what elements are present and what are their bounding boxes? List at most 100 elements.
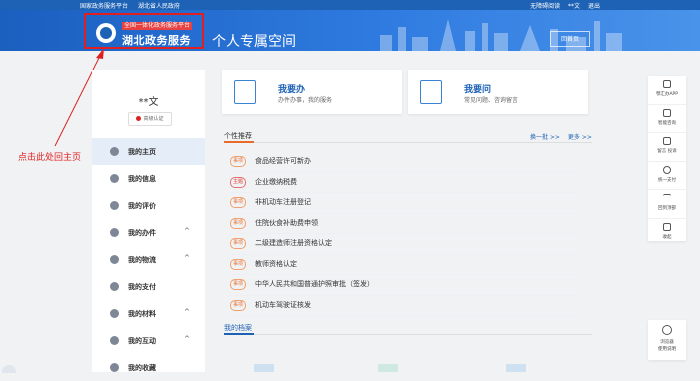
sidebar-item-label: 我的物流 <box>128 256 156 264</box>
card-title: 我要办 <box>278 85 306 95</box>
item-tag-badge: 事项 <box>230 279 247 290</box>
recommend-section-title: 个性推荐 <box>224 132 252 140</box>
item-tag-badge: 事项 <box>230 238 247 249</box>
item-text[interactable]: 非机动车注册登记 <box>255 197 311 207</box>
cert-badge: 高级认证 <box>128 112 172 126</box>
sidebar: **文 高级认证 我的主页 我的信息 我的评价 我的办件 ^ 我的物流 ^ 我的… <box>92 70 205 372</box>
card-handle-service[interactable]: 我要办 办件办事，我的服务 <box>222 70 402 114</box>
chevron-up-icon[interactable]: ^ <box>184 335 190 343</box>
right-toolbar: 鄂汇办APP 智能咨询 留言 投诉 统一支付 回到顶部 收起 <box>648 76 686 241</box>
sidebar-item-favorites[interactable]: 我的收藏 <box>92 354 205 381</box>
more-link[interactable]: 更多 >> <box>568 134 592 141</box>
chevron-up-icon[interactable]: ^ <box>184 308 190 316</box>
star-icon <box>110 363 119 372</box>
service-icon <box>234 80 256 104</box>
rail-label: 浏览器 使用说明 <box>648 339 686 353</box>
recommend-links: 换一批 >> 更多 >> <box>524 132 592 141</box>
browser-label-line1: 浏览器 <box>660 340 674 345</box>
list-item[interactable]: 事项 二级建造师注册资格认定 <box>230 234 580 255</box>
main-content: 我要办 办件办事，我的服务 我要问 常见问题、咨询留言 个性推荐 换一批 >> … <box>214 70 598 372</box>
archive-thumb[interactable] <box>254 364 274 372</box>
sidebar-item-payment[interactable]: 我的支付 <box>92 273 205 300</box>
interaction-icon <box>110 336 119 345</box>
card-subtitle: 办件办事，我的服务 <box>278 97 333 104</box>
section-accent-bar <box>224 333 254 335</box>
sidebar-item-label: 我的信息 <box>128 175 156 183</box>
rail-item-collapse[interactable]: 收起 <box>648 219 686 247</box>
list-item[interactable]: 主题 企业缴纳税费 <box>230 173 580 193</box>
item-tag-badge: 事项 <box>230 217 247 229</box>
phone-icon <box>663 80 671 88</box>
rail-label: 统一支付 <box>658 177 676 183</box>
robot-icon <box>663 108 671 117</box>
item-text[interactable]: 机动车驾驶证核发 <box>255 300 311 310</box>
sidebar-item-label: 我的互动 <box>128 337 156 345</box>
rating-icon <box>110 201 119 210</box>
list-item[interactable]: 事项 食品经营许可新办 <box>230 152 580 173</box>
item-tag-badge: 事项 <box>230 156 247 167</box>
rail-item-back-to-top[interactable]: 回到顶部 <box>648 190 686 219</box>
list-item[interactable]: 事项 教师资格认定 <box>230 255 580 275</box>
rail-label: 收起 <box>662 234 672 240</box>
browser-icon <box>662 325 672 335</box>
sidebar-item-label: 我的材料 <box>128 310 156 318</box>
chevron-up-icon[interactable]: ^ <box>184 254 190 262</box>
annotation-text: 点击此处回主页 <box>18 153 82 163</box>
item-text[interactable]: 食品经营许可新办 <box>255 156 311 166</box>
rail-label: 鄂汇办APP <box>655 92 678 97</box>
sidebar-username: **文 <box>138 97 159 108</box>
item-text[interactable]: 教师资格认定 <box>255 259 297 269</box>
archive-thumb[interactable] <box>506 364 526 372</box>
sidebar-item-materials[interactable]: 我的材料 ^ <box>92 300 205 327</box>
rail-label: 留言 投诉 <box>657 149 677 154</box>
truck-icon <box>110 255 119 264</box>
divider <box>224 334 592 335</box>
browser-label-line2: 使用说明 <box>658 347 676 352</box>
sidebar-item-interaction[interactable]: 我的互动 ^ <box>92 327 205 354</box>
sidebar-item-cases[interactable]: 我的办件 ^ <box>92 219 205 246</box>
card-ask-question[interactable]: 我要问 常见问题、咨询留言 <box>408 70 588 114</box>
refresh-batch-link[interactable]: 换一批 >> <box>530 134 560 141</box>
list-item[interactable]: 事项 中华人民共和国普通护照审批（签发） <box>230 275 580 296</box>
item-text[interactable]: 二级建造师注册资格认定 <box>255 238 332 248</box>
sidebar-item-label: 我的办件 <box>128 229 156 237</box>
item-tag-badge: 主题 <box>230 176 247 188</box>
sidebar-item-label: 我的评价 <box>128 202 156 210</box>
sidebar-item-info[interactable]: 我的信息 <box>92 165 205 192</box>
collapse-icon <box>663 222 671 231</box>
item-tag-badge: 事项 <box>230 197 247 208</box>
yuan-icon <box>663 165 671 174</box>
list-item[interactable]: 事项 住院伙食补助费申领 <box>230 214 580 234</box>
item-text[interactable]: 中华人民共和国普通护照审批（签发） <box>255 279 374 289</box>
payment-icon <box>110 282 119 291</box>
sidebar-item-label: 我的主页 <box>128 148 156 156</box>
folder-icon <box>110 309 119 318</box>
divider <box>224 142 592 143</box>
consult-icon <box>420 80 442 104</box>
top-icon <box>663 194 671 202</box>
rail-label: 回到顶部 <box>658 206 676 211</box>
sidebar-item-label: 我的支付 <box>128 283 156 291</box>
archive-thumb[interactable] <box>378 364 398 372</box>
chevron-up-icon[interactable]: ^ <box>184 227 190 235</box>
item-tag-badge: 事项 <box>230 299 247 311</box>
rail-item-smart-consult[interactable]: 智能咨询 <box>648 105 686 133</box>
document-icon <box>110 228 119 237</box>
cert-dot-icon <box>136 116 142 121</box>
item-text[interactable]: 企业缴纳税费 <box>255 177 297 187</box>
list-item[interactable]: 事项 机动车驾驶证核发 <box>230 296 580 316</box>
item-tag-badge: 事项 <box>230 258 247 270</box>
rail-item-app[interactable]: 鄂汇办APP <box>648 76 686 105</box>
card-title: 我要问 <box>464 85 492 95</box>
section-accent-bar <box>224 141 254 143</box>
rail-item-message[interactable]: 留言 投诉 <box>648 133 686 162</box>
home-icon <box>110 147 119 156</box>
list-item[interactable]: 事项 非机动车注册登记 <box>230 193 580 214</box>
item-text[interactable]: 住院伙食补助费申领 <box>255 218 318 228</box>
sidebar-item-rating[interactable]: 我的评价 <box>92 192 205 219</box>
browser-guide-button[interactable]: 浏览器 使用说明 <box>648 320 686 360</box>
rail-item-payment[interactable]: 统一支付 <box>648 162 686 190</box>
sidebar-item-home[interactable]: 我的主页 <box>92 138 205 165</box>
sidebar-item-logistics[interactable]: 我的物流 ^ <box>92 246 205 273</box>
card-subtitle: 常见问题、咨询留言 <box>464 97 519 104</box>
